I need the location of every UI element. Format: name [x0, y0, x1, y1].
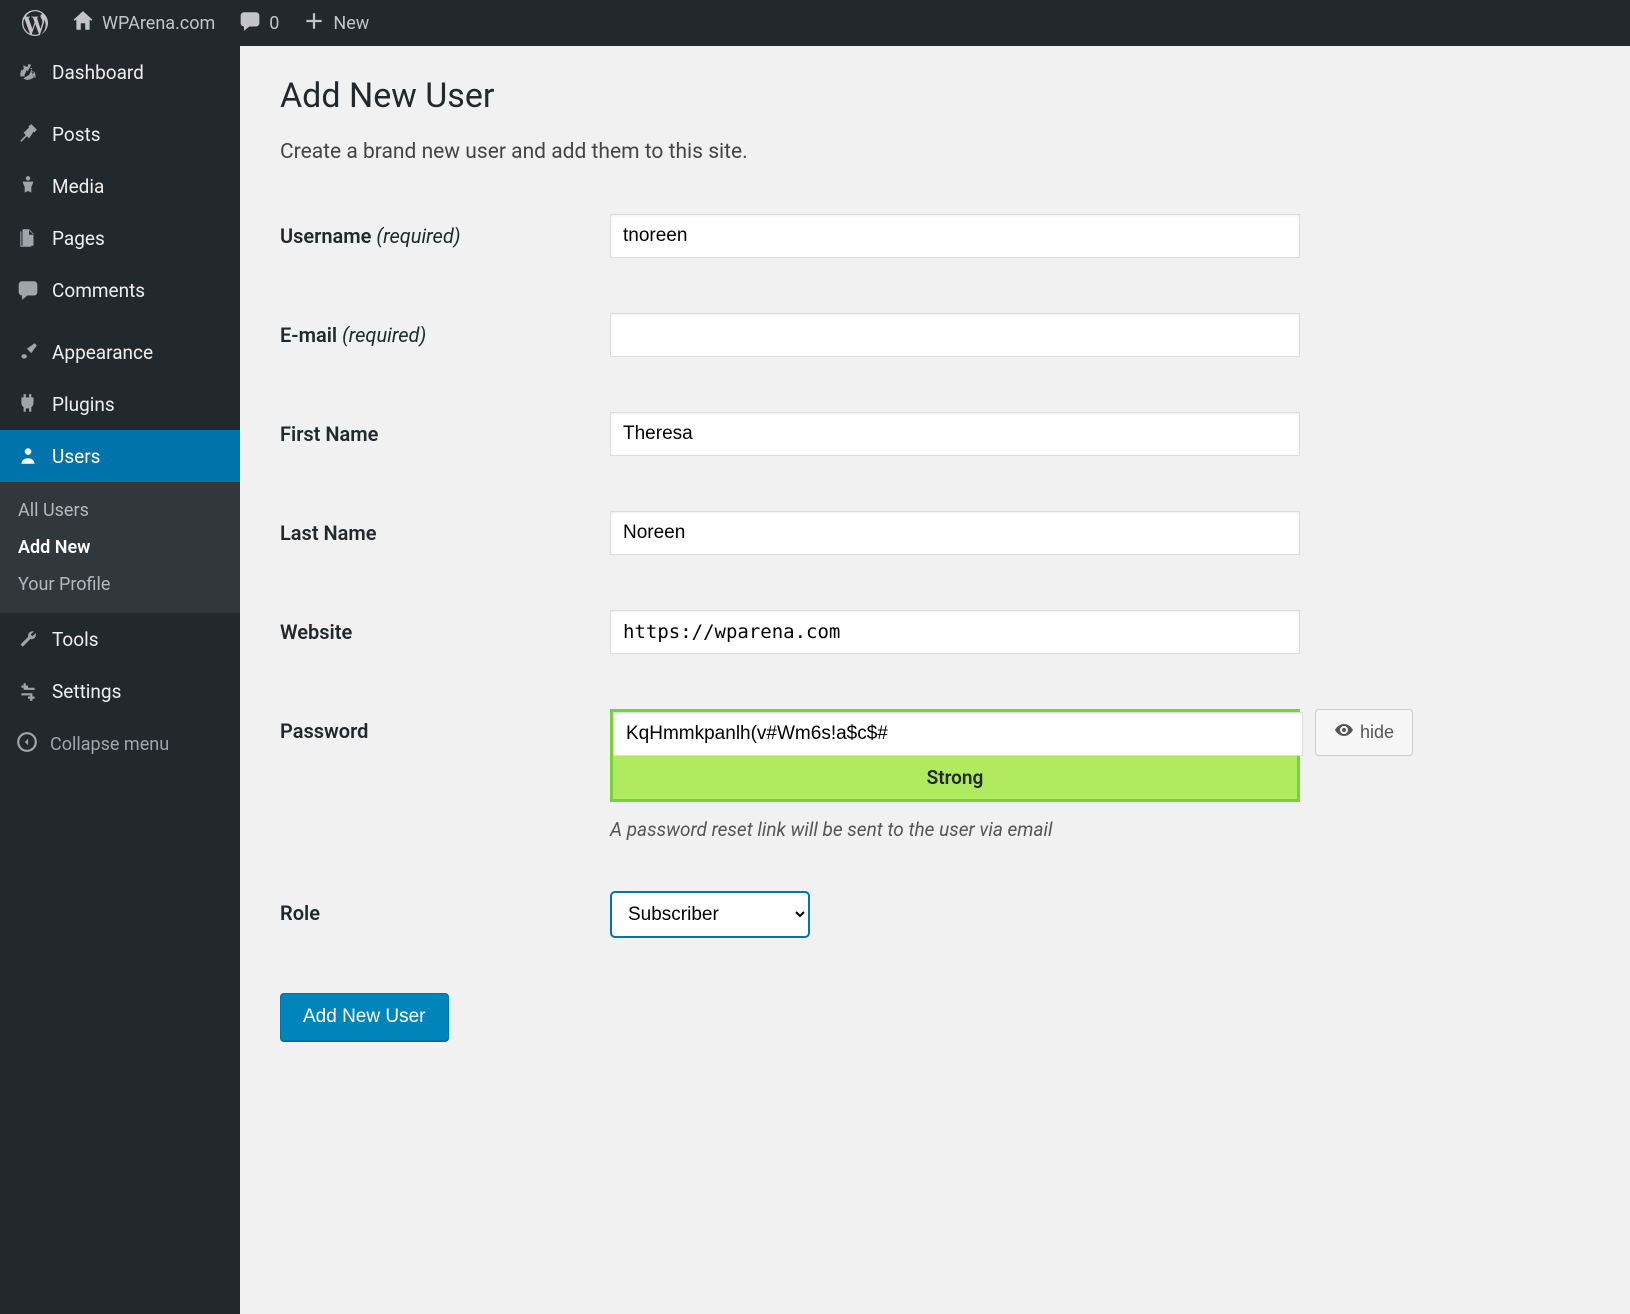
page-description: Create a brand new user and add them to …: [280, 140, 1590, 164]
sidebar-item-users[interactable]: Users: [0, 430, 240, 482]
comments-link[interactable]: 0: [227, 0, 291, 46]
submenu-add-new[interactable]: Add New: [0, 529, 240, 566]
sidebar-label: Users: [52, 445, 100, 468]
eye-icon: [1334, 720, 1354, 745]
sidebar-label: Appearance: [52, 341, 153, 364]
password-note: A password reset link will be sent to th…: [610, 818, 1590, 841]
website-label: Website: [280, 610, 610, 644]
sidebar-item-posts[interactable]: Posts: [0, 108, 240, 160]
site-name: WPArena.com: [102, 13, 215, 34]
pin-icon: [16, 122, 40, 146]
pages-icon: [16, 226, 40, 250]
submenu-all-users[interactable]: All Users: [0, 492, 240, 529]
firstname-input[interactable]: [610, 412, 1300, 456]
lastname-label: Last Name: [280, 511, 610, 545]
hide-label: hide: [1360, 722, 1394, 743]
sidebar-label: Comments: [52, 279, 145, 302]
username-input[interactable]: [610, 214, 1300, 258]
sidebar-item-dashboard[interactable]: Dashboard: [0, 46, 240, 98]
firstname-label: First Name: [280, 412, 610, 446]
hide-password-button[interactable]: hide: [1315, 709, 1413, 756]
password-strength: Strong: [613, 756, 1297, 799]
site-home-link[interactable]: WPArena.com: [60, 0, 227, 46]
new-label: New: [333, 13, 369, 34]
sidebar-label: Settings: [52, 680, 121, 703]
collapse-icon: [16, 731, 38, 758]
users-submenu: All Users Add New Your Profile: [0, 482, 240, 613]
sidebar-label: Dashboard: [52, 61, 144, 84]
email-row: E-mail (required): [280, 313, 1590, 357]
role-select[interactable]: Subscriber: [610, 891, 810, 938]
firstname-row: First Name: [280, 412, 1590, 456]
password-row: Password Strong hide: [280, 709, 1590, 802]
email-label: E-mail (required): [280, 313, 610, 347]
user-icon: [16, 444, 40, 468]
email-input[interactable]: [610, 313, 1300, 357]
lastname-row: Last Name: [280, 511, 1590, 555]
brush-icon: [16, 340, 40, 364]
lastname-input[interactable]: [610, 511, 1300, 555]
comments-count: 0: [269, 13, 279, 34]
sidebar-item-settings[interactable]: Settings: [0, 665, 240, 717]
main-content: Add New User Create a brand new user and…: [240, 46, 1630, 1071]
comment-icon: [239, 10, 261, 37]
sidebar-item-pages[interactable]: Pages: [0, 212, 240, 264]
sidebar-label: Pages: [52, 227, 105, 250]
password-box: Strong: [610, 709, 1300, 802]
website-input[interactable]: [610, 610, 1300, 654]
username-row: Username (required): [280, 214, 1590, 258]
settings-icon: [16, 679, 40, 703]
home-icon: [72, 10, 94, 37]
media-icon: [16, 174, 40, 198]
collapse-menu[interactable]: Collapse menu: [0, 717, 240, 772]
sidebar-item-tools[interactable]: Tools: [0, 613, 240, 665]
wrench-icon: [16, 627, 40, 651]
sidebar-item-appearance[interactable]: Appearance: [0, 326, 240, 378]
sidebar-item-plugins[interactable]: Plugins: [0, 378, 240, 430]
website-row: Website: [280, 610, 1590, 654]
plugin-icon: [16, 392, 40, 416]
username-label: Username (required): [280, 214, 610, 248]
sidebar-item-media[interactable]: Media: [0, 160, 240, 212]
comments-icon: [16, 278, 40, 302]
wordpress-logo[interactable]: [10, 0, 60, 46]
collapse-label: Collapse menu: [50, 734, 169, 755]
dashboard-icon: [16, 60, 40, 84]
submenu-your-profile[interactable]: Your Profile: [0, 566, 240, 603]
role-label: Role: [280, 891, 610, 925]
password-input[interactable]: [613, 712, 1303, 756]
role-row: Role Subscriber: [280, 891, 1590, 938]
password-label: Password: [280, 709, 610, 743]
sidebar-label: Posts: [52, 123, 101, 146]
new-content-link[interactable]: New: [291, 0, 381, 46]
admin-topbar: WPArena.com 0 New: [0, 0, 1630, 46]
sidebar-label: Tools: [52, 628, 99, 651]
sidebar-label: Media: [52, 175, 104, 198]
sidebar-item-comments[interactable]: Comments: [0, 264, 240, 316]
page-title: Add New User: [280, 76, 1590, 116]
admin-sidebar: Dashboard Posts Media Pages Comments App…: [0, 46, 240, 1314]
add-user-button[interactable]: Add New User: [280, 993, 449, 1041]
sidebar-label: Plugins: [52, 393, 115, 416]
plus-icon: [303, 10, 325, 37]
submit-row: Add New User: [280, 993, 1590, 1041]
